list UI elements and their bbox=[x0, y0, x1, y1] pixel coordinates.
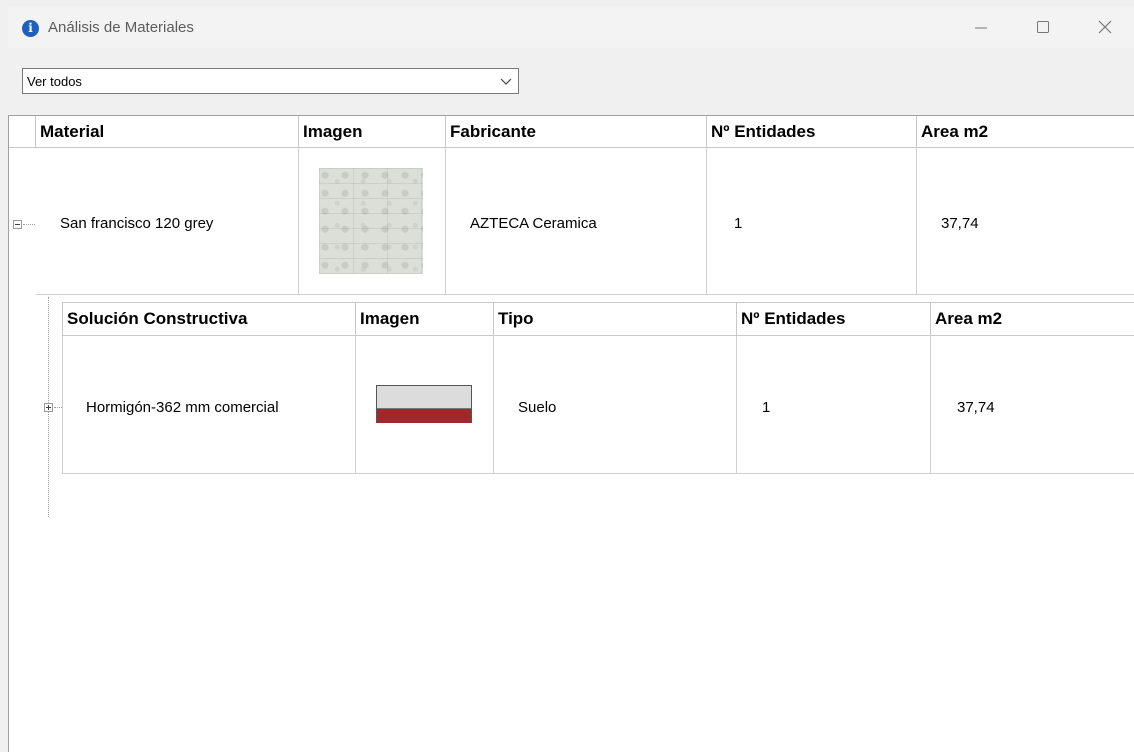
filter-dropdown[interactable]: Ver todos bbox=[22, 68, 519, 94]
col-header-sub-area[interactable]: Area m2 bbox=[931, 302, 1134, 336]
tree-line bbox=[54, 407, 62, 409]
manufacturer-name: AZTECA Ceramica bbox=[470, 215, 597, 232]
collapse-row-icon[interactable] bbox=[13, 220, 22, 229]
col-header-sub-image[interactable]: Imagen bbox=[356, 302, 494, 336]
entities-count: 1 bbox=[734, 215, 743, 232]
tree-line bbox=[23, 224, 35, 226]
chevron-down-icon bbox=[500, 78, 512, 85]
window-title: Análisis de Materiales bbox=[48, 19, 194, 36]
area-value: 37,74 bbox=[941, 215, 979, 232]
col-header-area[interactable]: Area m2 bbox=[917, 116, 1134, 148]
col-header-solution[interactable]: Solución Constructiva bbox=[62, 302, 356, 336]
expand-row-icon[interactable] bbox=[44, 403, 53, 412]
filter-selected-value: Ver todos bbox=[27, 74, 82, 89]
material-name: San francisco 120 grey bbox=[60, 215, 214, 232]
minimize-button[interactable] bbox=[958, 12, 1004, 42]
info-icon: i bbox=[22, 20, 39, 37]
row-header-corner bbox=[9, 116, 36, 148]
sub-area-value: 37,74 bbox=[957, 399, 995, 416]
maximize-button[interactable] bbox=[1020, 12, 1066, 42]
solution-type: Suelo bbox=[518, 399, 557, 416]
material-texture-image bbox=[319, 168, 423, 274]
title-bar[interactable]: i Análisis de Materiales bbox=[8, 6, 1134, 48]
close-button[interactable] bbox=[1082, 12, 1128, 42]
col-header-manufacturer[interactable]: Fabricante bbox=[446, 116, 707, 148]
solution-name: Hormigón-362 mm comercial bbox=[86, 399, 279, 416]
analysis-window: i Análisis de Materiales Ver todos Mater… bbox=[8, 6, 1134, 752]
col-header-type[interactable]: Tipo bbox=[494, 302, 737, 336]
maximize-icon bbox=[1037, 21, 1049, 33]
materials-grid[interactable]: Material Imagen Fabricante Nº Entidades … bbox=[8, 115, 1134, 752]
minimize-icon bbox=[975, 27, 987, 29]
section-swatch-image bbox=[376, 385, 472, 423]
sub-entities-count: 1 bbox=[762, 399, 771, 416]
col-header-material[interactable]: Material bbox=[36, 116, 299, 148]
col-header-sub-entities[interactable]: Nº Entidades bbox=[737, 302, 931, 336]
col-header-entities[interactable]: Nº Entidades bbox=[707, 116, 917, 148]
close-icon bbox=[1098, 20, 1112, 34]
col-header-image[interactable]: Imagen bbox=[299, 116, 446, 148]
